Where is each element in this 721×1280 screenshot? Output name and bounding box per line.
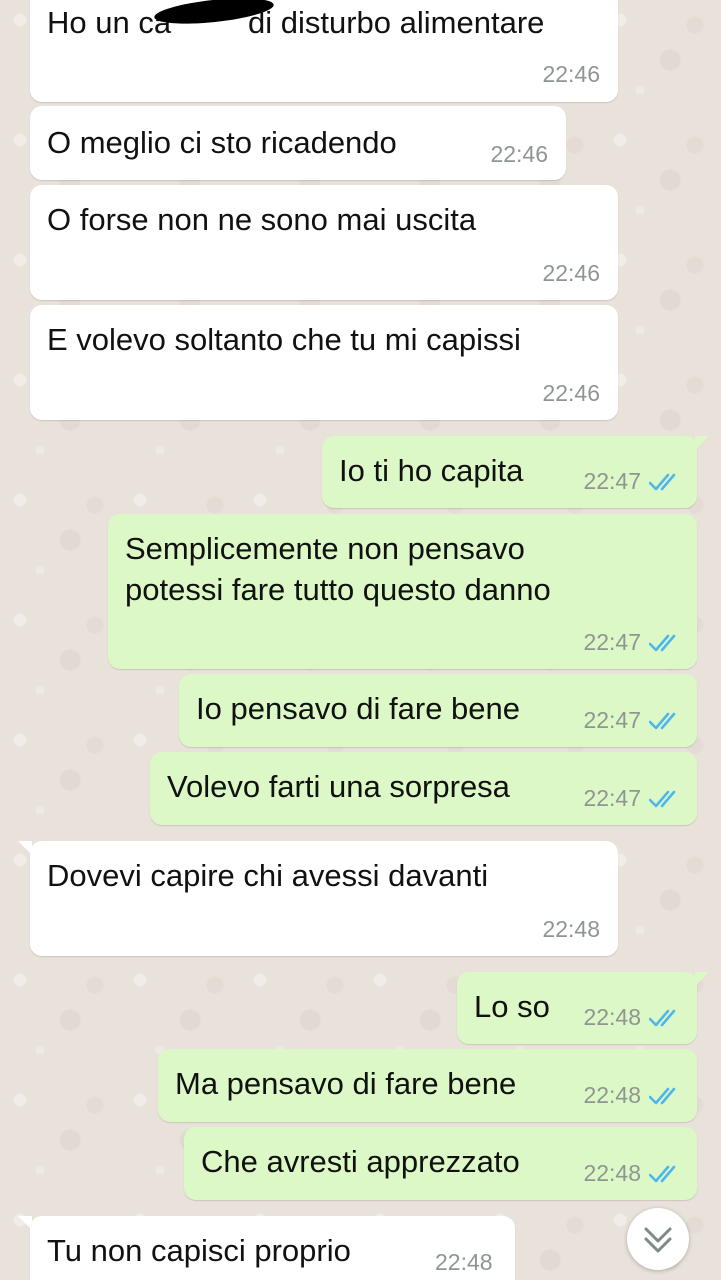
message-timestamp: 22:47 <box>583 629 641 655</box>
message-timestamp: 22:48 <box>583 1160 641 1186</box>
message-bubble-incoming[interactable]: Dovevi capire chi avessi davanti 22:48 <box>18 841 618 956</box>
message-text: E volevo soltanto che tu mi capissi <box>47 322 521 357</box>
message-bubble-incoming[interactable]: O meglio ci sto ricadendo 22:46 <box>30 106 566 180</box>
scroll-to-bottom-button[interactable] <box>627 1208 689 1270</box>
message-timestamp: 22:48 <box>583 1082 641 1108</box>
message-timestamp: 22:46 <box>490 141 548 167</box>
message-text: O meglio ci sto ricadendo <box>47 125 397 160</box>
message-text: Dovevi capire chi avessi davanti <box>47 858 489 893</box>
message-text: Lo so <box>474 989 550 1024</box>
message-text: Tu non capisci proprio <box>47 1233 351 1268</box>
message-bubble-incoming[interactable]: Tu non capisci proprio 22:48 <box>18 1216 515 1280</box>
message-timestamp: 22:47 <box>583 468 641 494</box>
message-text-part: di disturbo alimentare <box>248 5 545 40</box>
double-check-icon <box>649 1164 683 1184</box>
message-timestamp: 22:47 <box>583 785 641 811</box>
message-bubble-incoming[interactable]: E volevo soltanto che tu mi capissi 22:4… <box>30 305 618 420</box>
message-bubble-outgoing[interactable]: Lo so 22:48 <box>457 972 709 1044</box>
message-text: Che avresti apprezzato <box>201 1144 520 1179</box>
double-check-icon <box>649 1008 683 1028</box>
message-bubble-outgoing[interactable]: Semplicemente non pensavo potessi fare t… <box>108 514 697 669</box>
message-timestamp: 22:46 <box>542 380 600 406</box>
chevron-double-down-icon <box>644 1227 672 1253</box>
double-check-icon <box>649 472 683 492</box>
message-timestamp: 22:46 <box>542 61 600 87</box>
message-text: Volevo farti una sorpresa <box>167 769 510 804</box>
message-timestamp: 22:48 <box>583 1004 641 1030</box>
message-bubble-outgoing[interactable]: Ma pensavo di fare bene 22:48 <box>158 1049 697 1122</box>
double-check-icon <box>649 789 683 809</box>
chat-area[interactable]: Ho un ca di disturbo alimentare 22:46 O … <box>0 0 721 1280</box>
message-bubble-outgoing[interactable]: Io pensavo di fare bene 22:47 <box>179 674 697 747</box>
double-check-icon <box>649 633 683 653</box>
message-text: Io ti ho capita <box>339 453 524 488</box>
message-bubble-incoming[interactable]: O forse non ne sono mai uscita 22:46 <box>30 185 618 300</box>
message-text-part: Ho un ca <box>47 5 172 40</box>
message-bubble-outgoing[interactable]: Io ti ho capita 22:47 <box>322 436 709 508</box>
double-check-icon <box>649 1086 683 1106</box>
message-text-line: Semplicemente non pensavo <box>125 531 525 566</box>
message-bubble-outgoing[interactable]: Che avresti apprezzato 22:48 <box>184 1127 697 1200</box>
message-timestamp: 22:47 <box>583 707 641 733</box>
message-timestamp: 22:48 <box>542 916 600 942</box>
message-bubble-incoming[interactable]: Ho un ca di disturbo alimentare 22:46 <box>30 0 618 102</box>
message-text: O forse non ne sono mai uscita <box>47 202 477 237</box>
message-timestamp: 22:46 <box>542 260 600 286</box>
message-timestamp: 22:48 <box>435 1249 493 1275</box>
message-text: Io pensavo di fare bene <box>196 691 521 726</box>
double-check-icon <box>649 711 683 731</box>
message-bubble-outgoing[interactable]: Volevo farti una sorpresa 22:47 <box>150 752 697 825</box>
message-text-line: potessi fare tutto questo danno <box>125 572 551 607</box>
message-text: Ma pensavo di fare bene <box>175 1066 517 1101</box>
